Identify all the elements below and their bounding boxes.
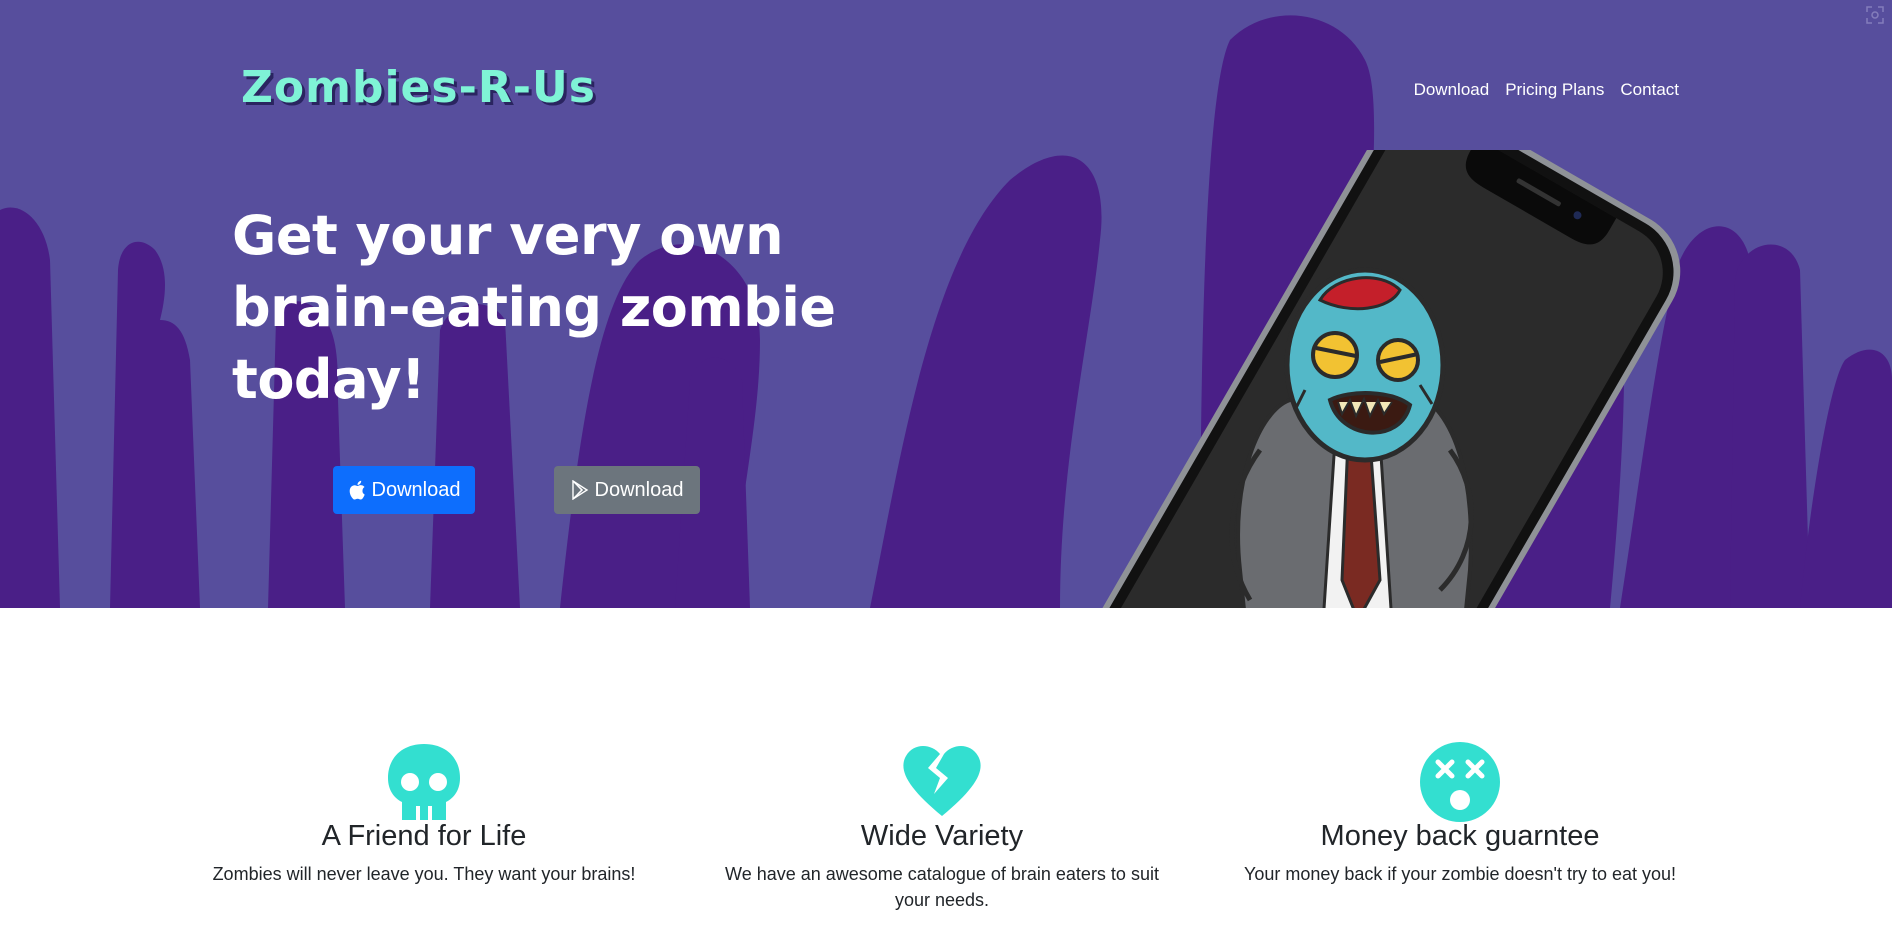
- app-store-download-label: Download: [371, 478, 461, 501]
- headline-line-2: brain-eating zombie: [232, 276, 836, 339]
- headline-line-3: today!: [232, 348, 426, 411]
- headline-line-1: Get your very own: [232, 204, 784, 267]
- phone-zombie-illustration: [1084, 150, 1681, 608]
- brand-logo[interactable]: Zombies-R-Us: [241, 62, 596, 113]
- nav-contact-link[interactable]: Contact: [1620, 80, 1679, 100]
- feature-wide-variety: Wide Variety We have an awesome catalogu…: [712, 740, 1172, 913]
- top-nav: Download Pricing Plans Contact: [1414, 80, 1679, 100]
- feature-text: We have an awesome catalogue of brain ea…: [725, 864, 1159, 910]
- feature-friend-for-life: A Friend for Life Zombies will never lea…: [194, 740, 654, 887]
- dizzy-face-icon: [1420, 742, 1500, 822]
- zombie-figure: [1229, 267, 1474, 608]
- feature-text: Zombies will never leave you. They want …: [212, 864, 636, 884]
- broken-heart-icon: [903, 746, 981, 816]
- hero-headline: Get your very own brain-eating zombie to…: [232, 200, 872, 416]
- feature-title: Money back guarntee: [1320, 820, 1600, 852]
- google-play-download-button[interactable]: Download: [554, 466, 700, 514]
- hero-section: Zombies-R-Us Download Pricing Plans Cont…: [0, 0, 1892, 608]
- app-store-download-button[interactable]: Download: [333, 466, 475, 514]
- google-play-download-label: Download: [594, 478, 684, 501]
- feature-title: Wide Variety: [860, 820, 1024, 852]
- google-play-icon: [571, 480, 588, 500]
- screenshot-corner-icon: [1866, 6, 1884, 24]
- feature-title: A Friend for Life: [321, 820, 527, 852]
- nav-download-link[interactable]: Download: [1414, 80, 1490, 100]
- apple-icon: [349, 480, 365, 500]
- nav-pricing-plans-link[interactable]: Pricing Plans: [1505, 80, 1604, 100]
- feature-money-back: Money back guarntee Your money back if y…: [1230, 740, 1690, 887]
- skull-icon: [388, 744, 460, 820]
- feature-text: Your money back if your zombie doesn't t…: [1244, 864, 1676, 884]
